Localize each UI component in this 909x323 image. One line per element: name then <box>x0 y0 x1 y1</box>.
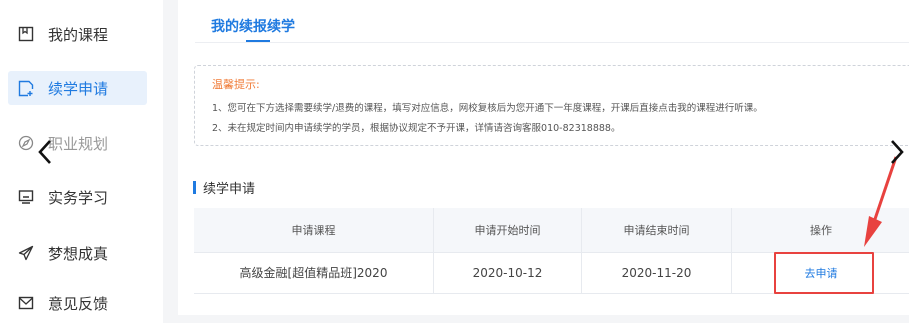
monitor-icon <box>17 188 35 206</box>
sidebar-item-feedback[interactable]: 意见反馈 <box>8 286 147 320</box>
notice-box: 温馨提示: 1、您可在下方选择需要续学/退费的课程，填写对应信息，网校复核后为您… <box>194 65 909 146</box>
next-arrow-icon[interactable] <box>888 138 906 170</box>
sidebar-item-label: 梦想成真 <box>48 244 109 263</box>
mail-icon <box>17 294 35 312</box>
column-header-start: 申请开始时间 <box>434 208 582 252</box>
column-header-course: 申请课程 <box>194 208 434 252</box>
compass-icon <box>17 134 35 152</box>
column-header-end: 申请结束时间 <box>582 208 732 252</box>
sidebar: 我的课程 续学申请 职业规划 实务学习 梦想成真 意见反馈 <box>0 0 163 323</box>
tab-divider <box>195 42 909 43</box>
sidebar-item-label: 实务学习 <box>48 188 109 207</box>
cell-start-date: 2020-10-12 <box>434 252 582 293</box>
sidebar-item-label: 我的课程 <box>48 25 109 44</box>
document-add-icon <box>17 79 35 97</box>
notice-title: 温馨提示: <box>212 78 260 91</box>
sidebar-item-label: 意见反馈 <box>48 294 109 313</box>
bookmark-icon <box>17 25 35 43</box>
table-header: 申请课程 申请开始时间 申请结束时间 操作 <box>194 208 909 253</box>
sidebar-item-my-courses[interactable]: 我的课程 <box>8 17 147 51</box>
tab-renewal[interactable]: 我的续报续学 <box>211 16 295 36</box>
cell-end-date: 2020-11-20 <box>582 252 732 293</box>
section-title: 续学申请 <box>203 182 256 197</box>
notice-line: 2、未在规定时间内申请续学的学员，根据协议规定不予开课，详情请咨询客服010-8… <box>212 123 621 134</box>
sidebar-item-label: 职业规划 <box>48 134 109 153</box>
paper-plane-icon <box>17 244 35 262</box>
section-marker <box>193 181 196 194</box>
sidebar-item-label: 续学申请 <box>48 79 109 98</box>
sidebar-item-dream[interactable]: 梦想成真 <box>8 236 147 270</box>
highlight-box <box>774 252 874 294</box>
sidebar-item-renewal[interactable]: 续学申请 <box>8 71 147 105</box>
cell-course: 高级金融[超值精品班]2020 <box>194 252 434 293</box>
sidebar-item-career[interactable]: 职业规划 <box>8 126 147 160</box>
previous-arrow-icon[interactable] <box>36 138 54 170</box>
notice-line: 1、您可在下方选择需要续学/退费的课程，填写对应信息，网校复核后为您开通下一年度… <box>212 103 763 114</box>
sidebar-item-practice[interactable]: 实务学习 <box>8 180 147 214</box>
